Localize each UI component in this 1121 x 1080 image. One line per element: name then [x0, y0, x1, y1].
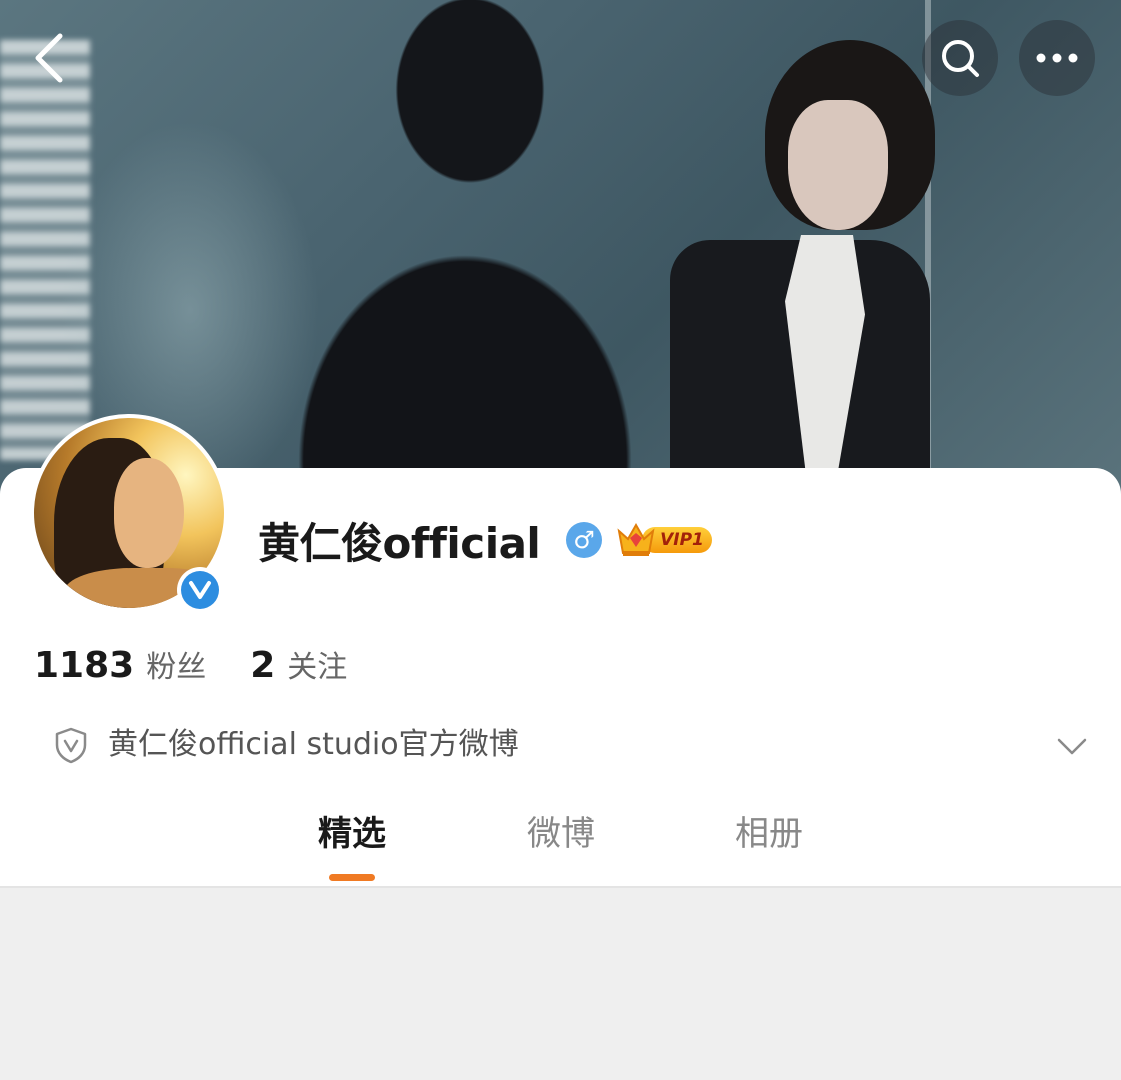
- crown-icon: [617, 522, 655, 556]
- chevron-left-icon: [35, 33, 63, 83]
- search-button[interactable]: [922, 20, 998, 96]
- profile-description[interactable]: 黄仁俊official studio官方微博: [52, 720, 1092, 770]
- cover-face: [788, 100, 888, 230]
- profile-stats: 1183 粉丝 2 关注: [34, 642, 347, 694]
- tab-featured[interactable]: 精选: [277, 806, 427, 862]
- avatar-face: [114, 458, 184, 568]
- username: 黄仁俊official: [258, 519, 541, 568]
- verified-v-icon: [181, 571, 219, 609]
- content-divider: [0, 886, 1121, 888]
- back-button[interactable]: [22, 28, 82, 88]
- description-text: 黄仁俊official studio官方微博: [108, 727, 519, 762]
- followers-label[interactable]: 粉丝: [146, 642, 206, 686]
- tab-active-indicator: [329, 874, 375, 881]
- more-horizontal-icon: [1036, 53, 1078, 63]
- chevron-down-icon[interactable]: [1056, 730, 1088, 762]
- cover-figure-back: [215, 0, 715, 500]
- verified-v-shape: [189, 581, 211, 599]
- following-label[interactable]: 关注: [287, 642, 347, 686]
- tab-weibo[interactable]: 微博: [486, 806, 636, 862]
- vip-badge[interactable]: VIP1: [616, 521, 714, 559]
- search-icon: [942, 40, 979, 77]
- profile-tabs: 精选 微博 相册: [0, 806, 1121, 886]
- tab-album[interactable]: 相册: [694, 806, 844, 862]
- followers-count[interactable]: 1183: [34, 645, 134, 686]
- verified-badge: [177, 567, 223, 613]
- gender-male-icon: ♂: [566, 522, 602, 558]
- following-count[interactable]: 2: [250, 645, 275, 686]
- more-button[interactable]: [1019, 20, 1095, 96]
- cover-figure-front: [670, 30, 935, 500]
- shield-v-icon: [55, 727, 87, 764]
